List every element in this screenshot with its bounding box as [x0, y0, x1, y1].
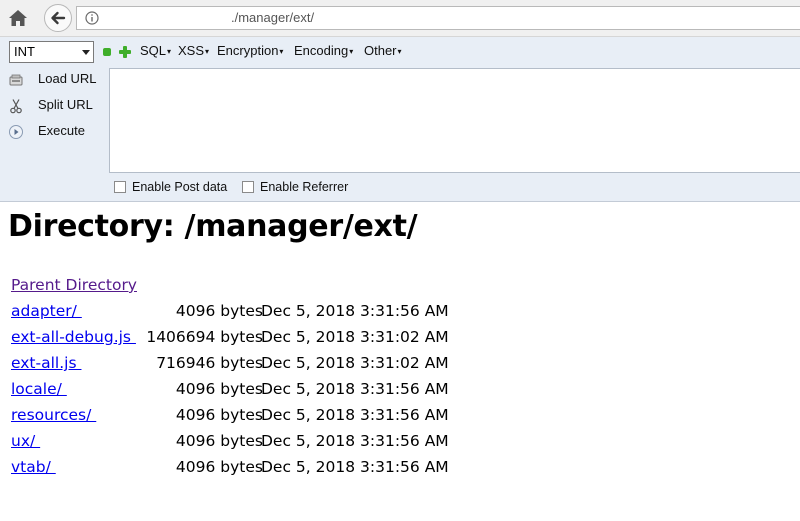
file-link[interactable]: ext-all-debug.js	[11, 328, 136, 346]
file-size: 4096 bytes	[175, 432, 263, 450]
file-date: Dec 5, 2018 3:31:02 AM	[261, 354, 449, 372]
table-row: adapter/ 4096 bytes Dec 5, 2018 3:31:56 …	[11, 302, 451, 324]
arrow-left-icon	[51, 11, 66, 25]
file-link[interactable]: ext-all.js	[11, 354, 81, 372]
info-icon[interactable]	[85, 11, 99, 25]
checkbox-box[interactable]	[114, 181, 126, 193]
checkbox-box[interactable]	[242, 181, 254, 193]
play-icon	[9, 125, 23, 139]
file-link[interactable]: adapter/	[11, 302, 82, 320]
menu-other[interactable]: Other▾	[364, 43, 402, 58]
url-text: ./manager/ext/	[231, 10, 315, 25]
browser-toolbar: ./manager/ext/	[0, 0, 800, 37]
menu-encoding[interactable]: Encoding▾	[294, 43, 353, 58]
table-row: ux/ 4096 bytes Dec 5, 2018 3:31:56 AM	[11, 432, 451, 454]
table-row: locale/ 4096 bytes Dec 5, 2018 3:31:56 A…	[11, 380, 451, 402]
file-link[interactable]: vtab/	[11, 458, 56, 476]
menu-sql[interactable]: SQL▾	[140, 43, 171, 58]
dropdown-caret-icon: ▾	[397, 47, 402, 57]
file-link[interactable]: locale/	[11, 380, 67, 398]
file-link[interactable]: resources/	[11, 406, 96, 424]
page-title: Directory: /manager/ext/	[8, 209, 418, 244]
file-size: 716946 bytes	[156, 354, 263, 372]
execute-button[interactable]: Execute	[8, 122, 103, 144]
file-date: Dec 5, 2018 3:31:02 AM	[261, 328, 449, 346]
home-icon[interactable]	[8, 9, 28, 27]
load-url-button[interactable]: Load URL	[8, 70, 103, 92]
hackbar-panel: INT SQL▾ XSS▾ Encryption▾ Encoding▾ Othe…	[0, 37, 800, 202]
dropdown-caret-icon: ▾	[167, 47, 172, 57]
split-url-button[interactable]: Split URL	[8, 96, 103, 118]
file-size: 4096 bytes	[175, 380, 263, 398]
load-url-icon	[9, 74, 23, 86]
table-row: ext-all.js 716946 bytes Dec 5, 2018 3:31…	[11, 354, 451, 376]
table-row: resources/ 4096 bytes Dec 5, 2018 3:31:5…	[11, 406, 451, 428]
dropdown-caret-icon: ▾	[349, 47, 354, 57]
parent-directory-link[interactable]: Parent Directory	[11, 276, 137, 294]
table-row: vtab/ 4096 bytes Dec 5, 2018 3:31:56 AM	[11, 458, 451, 480]
file-date: Dec 5, 2018 3:31:56 AM	[261, 380, 449, 398]
file-size: 4096 bytes	[175, 406, 263, 424]
file-size: 4096 bytes	[175, 302, 263, 320]
file-date: Dec 5, 2018 3:31:56 AM	[261, 458, 449, 476]
minus-icon[interactable]	[103, 48, 111, 56]
dropdown-caret-icon: ▾	[205, 47, 210, 57]
chevron-down-icon	[82, 50, 90, 55]
file-size: 1406694 bytes	[146, 328, 263, 346]
file-size: 4096 bytes	[175, 458, 263, 476]
file-date: Dec 5, 2018 3:31:56 AM	[261, 406, 449, 424]
table-row: ext-all-debug.js 1406694 bytes Dec 5, 20…	[11, 328, 451, 350]
int-select[interactable]: INT	[9, 41, 94, 63]
menu-xss[interactable]: XSS▾	[178, 43, 209, 58]
scissors-icon	[10, 99, 22, 114]
file-date: Dec 5, 2018 3:31:56 AM	[261, 302, 449, 320]
int-select-value: INT	[14, 44, 35, 59]
hackbar-url-textarea[interactable]	[109, 68, 800, 173]
menu-encryption[interactable]: Encryption▾	[217, 43, 283, 58]
address-bar[interactable]: ./manager/ext/	[76, 6, 800, 30]
plus-icon[interactable]	[119, 46, 131, 58]
dropdown-caret-icon: ▾	[279, 47, 284, 57]
file-date: Dec 5, 2018 3:31:56 AM	[261, 432, 449, 450]
back-button[interactable]	[44, 4, 72, 32]
file-link[interactable]: ux/	[11, 432, 40, 450]
